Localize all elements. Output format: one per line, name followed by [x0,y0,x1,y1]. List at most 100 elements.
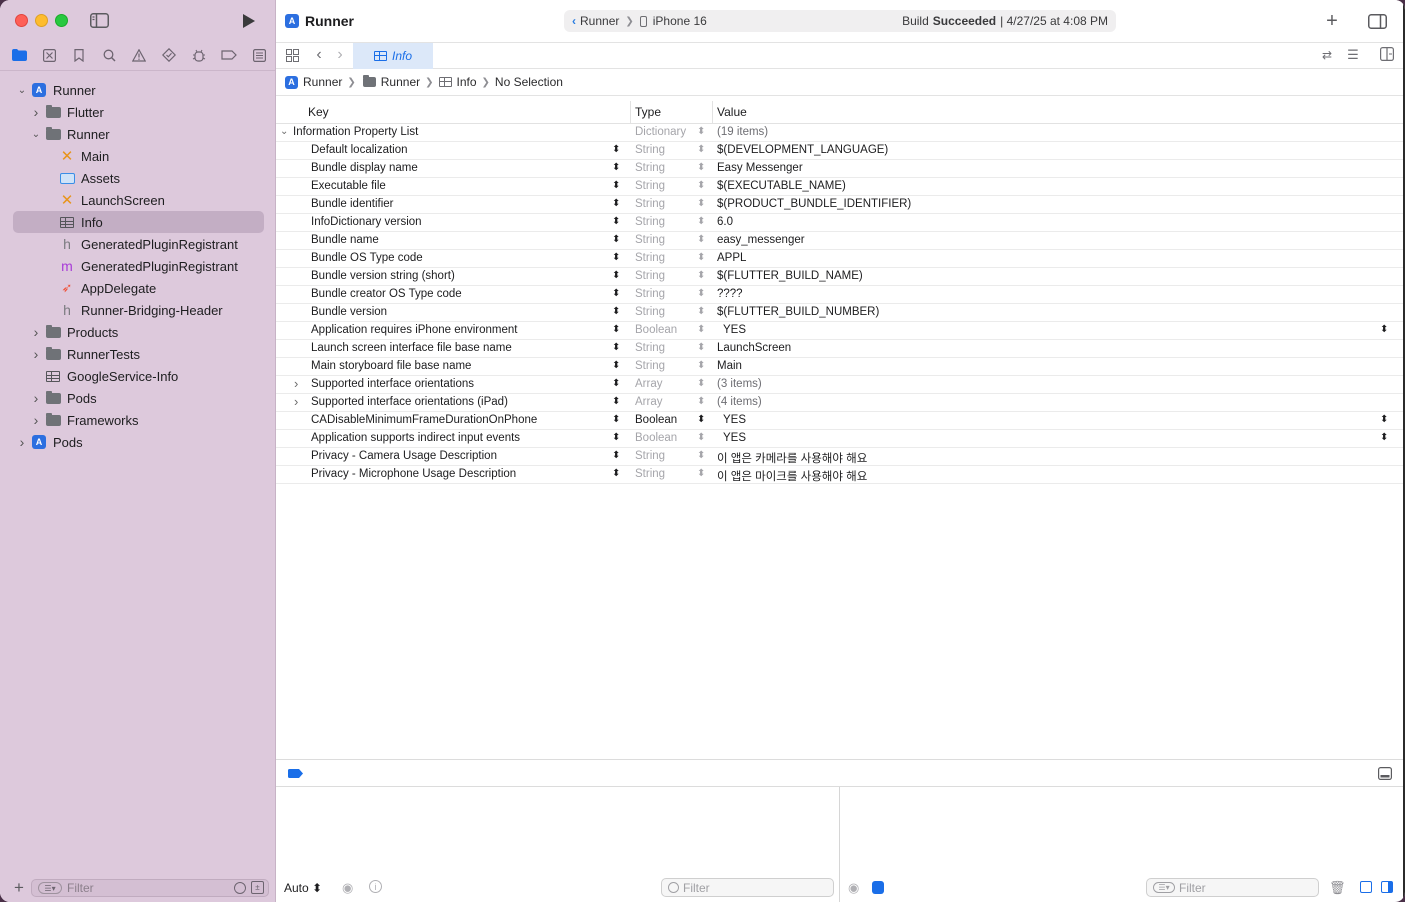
device-selector[interactable]: iPhone 16 [653,14,707,28]
key-stepper-icon[interactable]: ⬍ [612,252,620,263]
value-stepper-icon[interactable]: ⬍ [1380,414,1388,425]
chevron-right-icon[interactable]: › [31,324,41,340]
sidebar-item-runner[interactable]: ⌄ A Runner [0,79,275,101]
variables-filter-input[interactable]: Filter [661,878,834,897]
eye-icon[interactable]: ◉ [848,880,859,896]
plist-value[interactable]: 이 앱은 마이크를 사용해야 해요 [717,468,867,484]
breadcrumb-group[interactable]: Runner [381,75,420,89]
plist-row[interactable]: Launch screen interface file base name ⬍ S… [276,340,1403,358]
sidebar-item-pods[interactable]: › Pods [0,387,275,409]
plist-type[interactable]: String [635,342,665,354]
key-stepper-icon[interactable]: ⬍ [612,378,620,389]
sidebar-item-runner-bridging-header[interactable]: h Runner-Bridging-Header [0,299,275,321]
type-stepper-icon[interactable]: ⬍ [697,288,705,299]
plist-type[interactable]: String [635,270,665,282]
type-stepper-icon[interactable]: ⬍ [697,360,705,371]
recent-files-icon[interactable] [234,882,246,894]
plist-value[interactable]: 6.0 [717,216,733,228]
key-stepper-icon[interactable]: ⬍ [612,180,620,191]
plist-row[interactable]: Privacy - Camera Usage Description ⬍ Strin… [276,448,1403,466]
key-stepper-icon[interactable]: ⬍ [612,198,620,209]
plist-key[interactable]: Executable file [311,180,386,192]
plist-type[interactable]: Array [635,396,662,408]
sidebar-item-googleservice-info[interactable]: GoogleService-Info [0,365,275,387]
scm-filter-icon[interactable]: ± [251,881,264,894]
inspector-toggle-icon[interactable] [1367,12,1387,30]
plist-row[interactable]: InfoDictionary version ⬍ String ⬍ 6.0 [276,214,1403,232]
plist-type[interactable]: String [635,144,665,156]
column-divider[interactable] [712,101,713,124]
plist-row[interactable]: Bundle display name ⬍ String ⬍ Easy Messenge… [276,160,1403,178]
type-stepper-icon[interactable]: ⬍ [697,324,705,335]
key-stepper-icon[interactable]: ⬍ [612,432,620,443]
plist-key[interactable]: Default localization [311,144,408,156]
key-stepper-icon[interactable]: ⬍ [612,306,620,317]
test-tab-icon[interactable] [158,45,180,65]
plist-type[interactable]: String [635,216,665,228]
split-editor-icon[interactable] [1380,47,1394,61]
chevron-right-icon[interactable]: › [294,376,298,391]
plist-type[interactable]: String [635,468,665,480]
plist-type[interactable]: Boolean [635,432,677,444]
swap-icon[interactable]: ⇄ [1319,48,1335,62]
type-stepper-icon[interactable]: ⬍ [697,378,705,389]
key-stepper-icon[interactable]: ⬍ [612,288,620,299]
key-stepper-icon[interactable]: ⬍ [612,216,620,227]
chevron-down-icon[interactable]: ⌄ [17,85,27,96]
show-console-view-icon[interactable] [1381,881,1393,893]
plist-row[interactable]: Bundle identifier ⬍ String ⬍ $(PRODUCT_BUNDL… [276,196,1403,214]
breakpoint-tab-icon[interactable] [218,45,240,65]
back-icon[interactable]: ‹ [313,46,325,63]
chevron-down-icon[interactable]: ⌄ [280,126,288,137]
plist-root-row[interactable]: ⌄ Information Property List Dictionary ⬍… [276,124,1403,142]
key-stepper-icon[interactable]: ⬍ [612,234,620,245]
chevron-down-icon[interactable]: ⌄ [31,129,41,140]
plist-value[interactable]: $(DEVELOPMENT_LANGUAGE) [717,144,888,156]
breakpoints-toggle-icon[interactable] [288,769,304,778]
zoom-window-button[interactable] [55,14,68,27]
tab-info[interactable]: Info [353,43,433,69]
value-stepper-icon[interactable]: ⬍ [1380,324,1388,335]
sidebar-item-assets[interactable]: Assets [0,167,275,189]
report-tab-icon[interactable] [248,45,270,65]
plist-key[interactable]: Application supports indirect input even… [311,432,520,444]
type-stepper-icon[interactable]: ⬍ [697,414,705,425]
sidebar-item-launchscreen[interactable]: ✕ LaunchScreen [0,189,275,211]
plist-type[interactable]: Boolean [635,414,677,426]
sidebar-item-products[interactable]: › Products [0,321,275,343]
plist-key[interactable]: CADisableMinimumFrameDurationOnPhone [311,414,537,426]
plist-row[interactable]: CADisableMinimumFrameDurationOnPhone ⬍ Boo… [276,412,1403,430]
plist-type[interactable]: String [635,306,665,318]
key-stepper-icon[interactable]: ⬍ [612,270,620,281]
plist-type[interactable]: Array [635,378,662,390]
console-filter-input[interactable]: ☰▾ Filter [1146,878,1319,897]
trash-icon[interactable]: 🗑 [1329,880,1346,896]
key-stepper-icon[interactable]: ⬍ [612,396,620,407]
plist-row[interactable]: Application supports indirect input even… [276,430,1403,448]
plist-value[interactable]: YES [723,432,746,444]
type-stepper-icon[interactable]: ⬍ [697,216,705,227]
plist-value[interactable]: Main [717,360,742,372]
run-button[interactable] [239,11,259,31]
source-control-tab-icon[interactable] [38,45,60,65]
library-add-icon[interactable]: + [1322,10,1342,32]
plist-type[interactable]: String [635,252,665,264]
plist-key[interactable]: Bundle name [311,234,379,246]
sidebar-item-generatedpluginregistrant[interactable]: m GeneratedPluginRegistrant [0,255,275,277]
plist-value[interactable]: $(FLUTTER_BUILD_NAME) [717,270,863,282]
plist-row[interactable]: Bundle creator OS Type code ⬍ String ⬍???? [276,286,1403,304]
type-stepper-icon[interactable]: ⬍ [697,198,705,209]
plist-key[interactable]: Bundle version string (short) [311,270,455,282]
plist-key[interactable]: Bundle OS Type code [311,252,423,264]
plist-row[interactable]: › Supported interface orientations ⬍ Array ⬍… [276,376,1403,394]
plist-row[interactable]: Bundle version ⬍ String ⬍ $(FLUTTER_BUILD_NU… [276,304,1403,322]
plist-row[interactable]: › Supported interface orientations (iPad)… [276,394,1403,412]
chevron-right-icon[interactable]: › [31,104,41,120]
forward-icon[interactable]: › [334,46,346,63]
sidebar-item-flutter[interactable]: › Flutter [0,101,275,123]
plist-key[interactable]: Launch screen interface file base name [311,342,512,354]
eye-icon[interactable]: ◉ [342,880,353,896]
plist-key[interactable]: Supported interface orientations (iPad) [311,396,508,408]
type-stepper-icon[interactable]: ⬍ [697,450,705,461]
minimize-window-button[interactable] [35,14,48,27]
